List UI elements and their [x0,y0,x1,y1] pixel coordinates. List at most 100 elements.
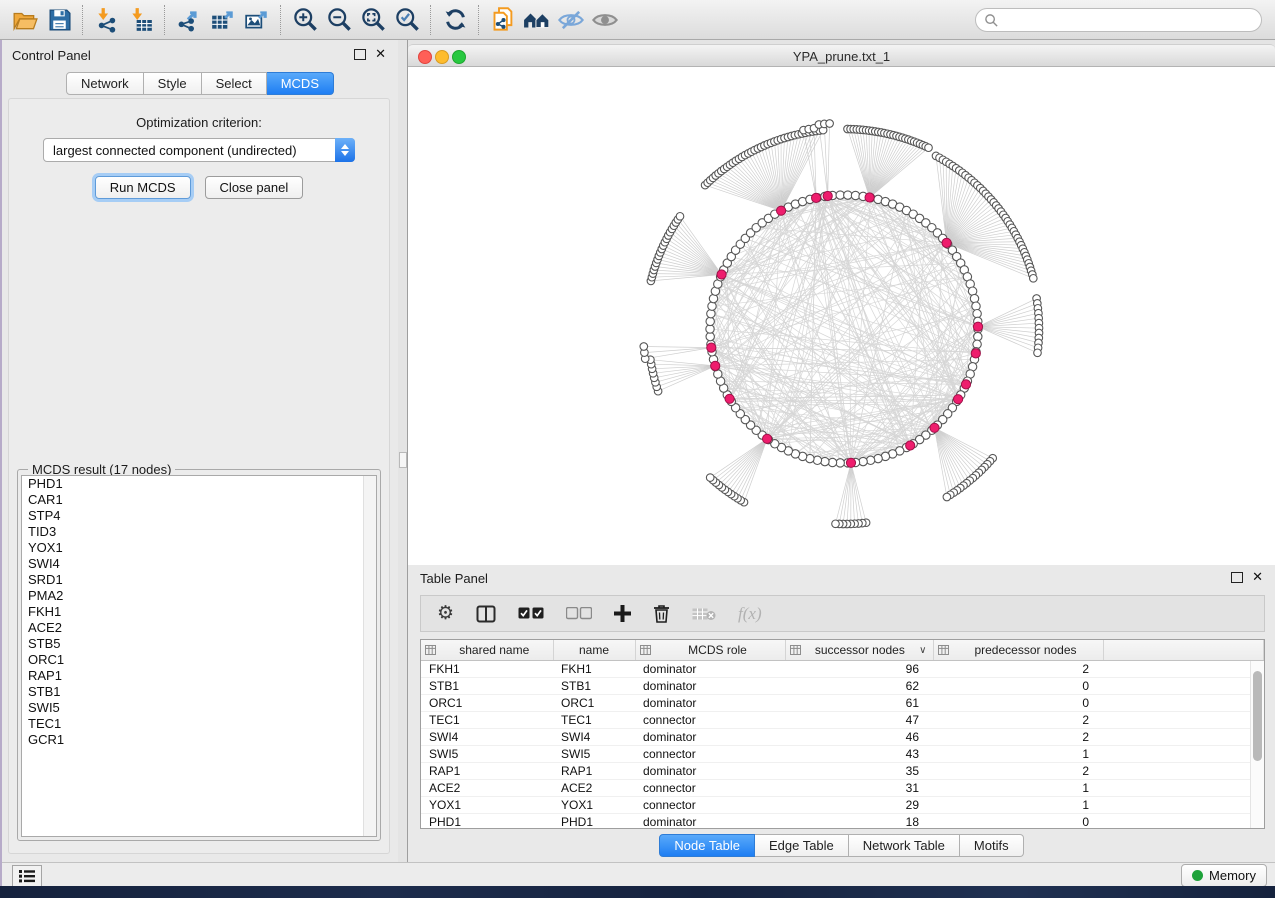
save-session-button[interactable] [42,5,76,35]
cell-filler [1103,797,1264,814]
tab-mcds[interactable]: MCDS [267,72,334,95]
column-header-filler [1103,640,1264,661]
splitter-handle[interactable] [399,452,407,468]
mcds-node-item[interactable]: SRD1 [22,572,376,588]
memory-button[interactable]: Memory [1181,864,1267,887]
mcds-node-item[interactable]: STB5 [22,636,376,652]
deselect-all-icon[interactable] [566,602,592,626]
table-scrollbar[interactable] [1250,661,1264,828]
add-column-icon[interactable] [614,602,631,626]
cell-predecessor-nodes: 2 [933,661,1103,678]
mcds-node-item[interactable]: YOX1 [22,540,376,556]
mcds-node-item[interactable]: TEC1 [22,716,376,732]
zoom-selected-button[interactable] [390,5,424,35]
mcds-list-scrollbar[interactable] [363,476,376,836]
table-row[interactable]: ORC1ORC1dominator610 [421,695,1264,712]
mcds-node-item[interactable]: TID3 [22,524,376,540]
first-neighbors-button[interactable] [520,5,554,35]
cell-mcds-role: dominator [635,763,785,780]
column-header-predecessor-nodes[interactable]: predecessor nodes [933,640,1103,661]
column-header-name[interactable]: name [553,640,635,661]
cell-shared-name: RAP1 [421,763,553,780]
table-row[interactable]: PHD1PHD1dominator180 [421,814,1264,830]
cell-shared-name: ACE2 [421,780,553,797]
zoom-out-button[interactable] [322,5,356,35]
function-builder-icon[interactable]: f(x) [738,602,762,626]
table-row[interactable]: TEC1TEC1connector472 [421,712,1264,729]
control-panel-title: Control Panel [12,48,91,63]
mcds-node-item[interactable]: ACE2 [22,620,376,636]
clone-network-button[interactable] [486,5,520,35]
float-panel-icon[interactable] [354,49,366,60]
mcds-node-item[interactable]: STP4 [22,508,376,524]
cell-shared-name: PHD1 [421,814,553,830]
mcds-node-item[interactable]: PMA2 [22,588,376,604]
export-image-button[interactable] [240,5,274,35]
search-input[interactable] [975,8,1262,32]
settings-icon[interactable]: ⚙ [437,602,454,626]
table-row[interactable]: SWI5SWI5connector431 [421,746,1264,763]
table-scrollbar-thumb[interactable] [1253,671,1262,761]
zoom-fit-button[interactable] [356,5,390,35]
mcds-node-item[interactable]: STB1 [22,684,376,700]
split-view-icon[interactable] [476,602,496,626]
close-panel-icon[interactable]: ✕ [375,46,386,62]
show-all-button[interactable] [588,5,622,35]
run-mcds-button[interactable]: Run MCDS [95,176,191,199]
mcds-node-item[interactable]: SWI4 [22,556,376,572]
float-table-panel-icon[interactable] [1231,572,1243,583]
desktop-wallpaper [0,886,1275,898]
select-all-icon[interactable] [518,602,544,626]
delete-column-icon[interactable] [653,602,670,626]
table-row[interactable]: SWI4SWI4dominator462 [421,729,1264,746]
memory-label: Memory [1209,868,1256,883]
mcds-node-item[interactable]: GCR1 [22,732,376,748]
mcds-node-item[interactable]: FKH1 [22,604,376,620]
refresh-button[interactable] [438,5,472,35]
mcds-node-item[interactable]: CAR1 [22,492,376,508]
cell-shared-name: TEC1 [421,712,553,729]
column-header-shared-name[interactable]: shared name [421,640,553,661]
mcds-node-item[interactable]: PHD1 [22,476,376,492]
clone-network-icon [490,6,517,33]
close-table-panel-icon[interactable]: ✕ [1252,569,1263,585]
mcds-node-item[interactable]: SWI5 [22,700,376,716]
tab-select[interactable]: Select [202,72,267,95]
table-tab-network-table[interactable]: Network Table [849,834,960,857]
panel-splitter[interactable] [398,40,408,862]
criterion-select[interactable]: largest connected component (undirected) [43,138,355,162]
close-panel-button[interactable]: Close panel [205,176,304,199]
cell-predecessor-nodes: 1 [933,780,1103,797]
export-table-button[interactable] [206,5,240,35]
table-tab-edge-table[interactable]: Edge Table [755,834,849,857]
table-tab-node-table[interactable]: Node Table [659,834,755,857]
network-canvas[interactable] [408,67,1275,565]
import-table-button[interactable] [124,5,158,35]
table-row[interactable]: YOX1YOX1connector291 [421,797,1264,814]
hide-selected-button[interactable] [554,5,588,35]
delete-table-icon[interactable] [692,602,716,626]
select-stepper-icon [335,138,355,162]
cell-name: YOX1 [553,797,635,814]
table-row[interactable]: FKH1FKH1dominator962 [421,661,1264,678]
export-network-button[interactable] [172,5,206,35]
column-header-MCDS-role[interactable]: MCDS role [635,640,785,661]
cell-predecessor-nodes: 2 [933,763,1103,780]
mcds-node-item[interactable]: ORC1 [22,652,376,668]
cell-filler [1103,763,1264,780]
column-header-successor-nodes[interactable]: successor nodes∨ [785,640,933,661]
tab-style[interactable]: Style [144,72,202,95]
import-network-button[interactable] [90,5,124,35]
table-row[interactable]: ACE2ACE2connector311 [421,780,1264,797]
mcds-node-item[interactable]: RAP1 [22,668,376,684]
tab-network[interactable]: Network [66,72,144,95]
cell-shared-name: YOX1 [421,797,553,814]
show-panels-button[interactable] [12,865,42,887]
table-tab-motifs[interactable]: Motifs [960,834,1024,857]
toolbar-separator [478,5,480,35]
table-row[interactable]: STB1STB1dominator620 [421,678,1264,695]
open-file-button[interactable] [8,5,42,35]
table-row[interactable]: RAP1RAP1dominator352 [421,763,1264,780]
cell-predecessor-nodes: 2 [933,729,1103,746]
zoom-in-button[interactable] [288,5,322,35]
